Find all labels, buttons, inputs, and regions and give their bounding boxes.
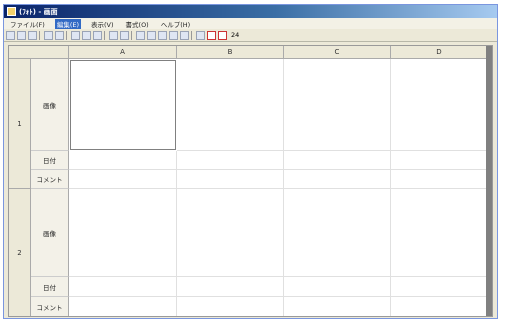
menu-view[interactable]: 表示(V) (89, 19, 116, 29)
app-window: (ﾌｫﾄ) - 画面 ファイル(F) 編集(E) 表示(V) 書式(O) ヘルプ… (3, 4, 498, 319)
redo-icon[interactable] (120, 30, 129, 40)
column-header-b[interactable]: B (177, 46, 284, 59)
save-icon[interactable] (28, 30, 37, 40)
photo-cell-d2[interactable] (391, 189, 488, 277)
photo-cell-a1[interactable] (70, 60, 176, 150)
row-label-date: 日付 (31, 151, 69, 170)
comment-cell-d1[interactable] (391, 170, 488, 189)
zoom-out-icon[interactable] (169, 30, 178, 40)
vertical-scrollbar[interactable] (486, 46, 492, 316)
rotate-left-icon[interactable] (147, 30, 156, 40)
date-cell-b2[interactable] (177, 277, 284, 297)
row-label-date: 日付 (31, 277, 69, 297)
date-cell-c2[interactable] (284, 277, 391, 297)
column-header-c[interactable]: C (284, 46, 391, 59)
toolbar-separator (39, 30, 42, 40)
date-cell-d2[interactable] (391, 277, 488, 297)
comment-cell-a2[interactable] (69, 297, 177, 316)
comment-cell-a1[interactable] (69, 170, 177, 189)
insert-image-icon[interactable] (136, 30, 145, 40)
row-number[interactable]: 1 (9, 59, 31, 189)
photo-cell-a2[interactable] (69, 189, 177, 277)
toolbar-separator (191, 30, 194, 40)
comment-cell-c1[interactable] (284, 170, 391, 189)
date-cell-a2[interactable] (69, 277, 177, 297)
photo-cell-b2[interactable] (177, 189, 284, 277)
zoom-in-icon[interactable] (180, 30, 189, 40)
new-icon[interactable] (6, 30, 15, 40)
row-number[interactable]: 2 (9, 189, 31, 316)
row-label-photo: 画像 (31, 189, 69, 277)
photo-cell-c1[interactable] (284, 59, 391, 151)
photo-cell-b1[interactable] (177, 59, 284, 151)
app-icon (7, 7, 16, 16)
sheet-grid[interactable]: A B C D 1 画像 日付 コメント 2 画像 日付 コメント (8, 45, 493, 317)
date-cell-c1[interactable] (284, 151, 391, 170)
photo-cell-d1[interactable] (391, 59, 488, 151)
paste-icon[interactable] (93, 30, 102, 40)
menu-file[interactable]: ファイル(F) (8, 19, 47, 29)
photo-cell-c2[interactable] (284, 189, 391, 277)
zoom-level[interactable]: 24 (229, 31, 241, 39)
row-label-comment: コメント (31, 297, 69, 316)
comment-cell-b1[interactable] (177, 170, 284, 189)
grid-toggle-icon[interactable] (207, 30, 216, 40)
menu-format[interactable]: 書式(O) (124, 19, 151, 29)
cut-icon[interactable] (71, 30, 80, 40)
toolbar-separator (66, 30, 69, 40)
date-cell-a1[interactable] (69, 151, 177, 170)
comment-cell-c2[interactable] (284, 297, 391, 316)
menu-bar: ファイル(F) 編集(E) 表示(V) 書式(O) ヘルプ(H) (4, 18, 497, 29)
print-icon[interactable] (44, 30, 53, 40)
comment-cell-d2[interactable] (391, 297, 488, 316)
title-bar[interactable]: (ﾌｫﾄ) - 画面 (4, 5, 497, 18)
window-title: (ﾌｫﾄ) - 画面 (19, 7, 58, 16)
menu-edit[interactable]: 編集(E) (54, 18, 81, 29)
row-label-photo: 画像 (31, 59, 69, 151)
toolbar: 24 (4, 29, 497, 42)
preview-icon[interactable] (55, 30, 64, 40)
menu-help[interactable]: ヘルプ(H) (159, 19, 192, 29)
column-header-d[interactable]: D (391, 46, 488, 59)
date-cell-b1[interactable] (177, 151, 284, 170)
undo-icon[interactable] (109, 30, 118, 40)
header-corner (9, 46, 69, 59)
select-toggle-icon[interactable] (218, 30, 227, 40)
open-icon[interactable] (17, 30, 26, 40)
row-label-comment: コメント (31, 170, 69, 189)
comment-cell-b2[interactable] (177, 297, 284, 316)
toolbar-separator (104, 30, 107, 40)
column-header-a[interactable]: A (69, 46, 177, 59)
date-cell-d1[interactable] (391, 151, 488, 170)
fit-icon[interactable] (196, 30, 205, 40)
copy-icon[interactable] (82, 30, 91, 40)
rotate-right-icon[interactable] (158, 30, 167, 40)
toolbar-separator (131, 30, 134, 40)
